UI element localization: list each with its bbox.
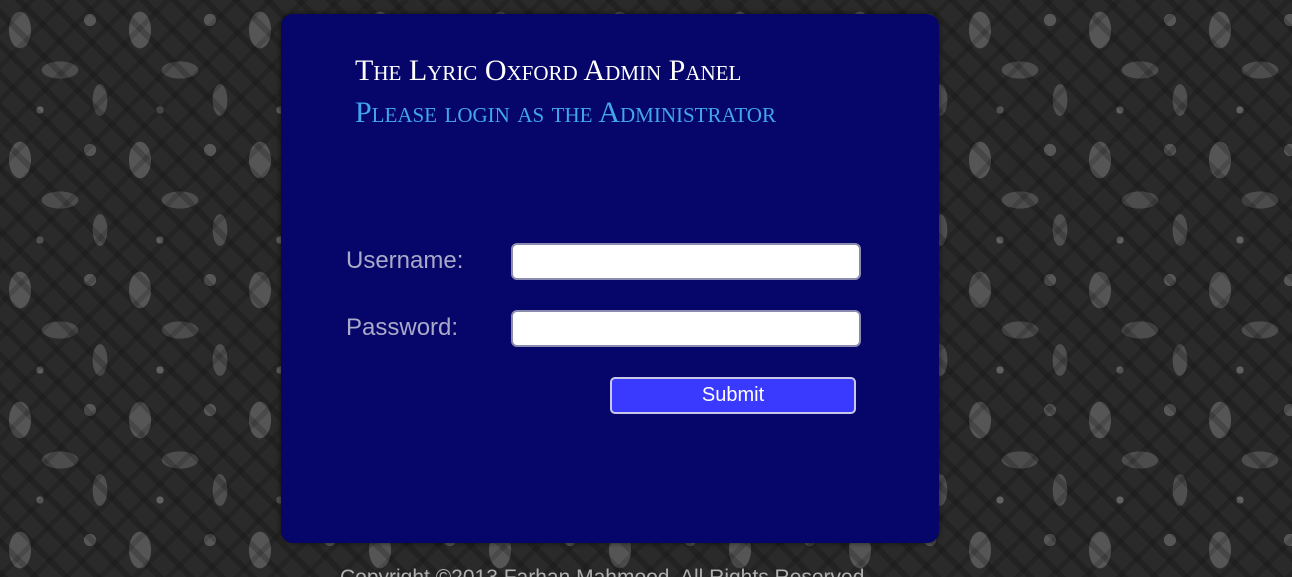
submit-button[interactable]: Submit — [610, 377, 856, 414]
password-label: Password: — [346, 314, 459, 341]
password-input[interactable] — [511, 310, 861, 347]
username-input[interactable] — [511, 243, 861, 280]
copyright-footer: Copyright ©2013 Farhan Mahmood. All Righ… — [340, 566, 864, 577]
username-label: Username: — [346, 247, 464, 274]
login-instruction: Please login as the Administrator — [355, 96, 776, 129]
page-title: The Lyric Oxford Admin Panel — [355, 54, 742, 87]
login-panel: The Lyric Oxford Admin Panel Please logi… — [281, 14, 939, 543]
